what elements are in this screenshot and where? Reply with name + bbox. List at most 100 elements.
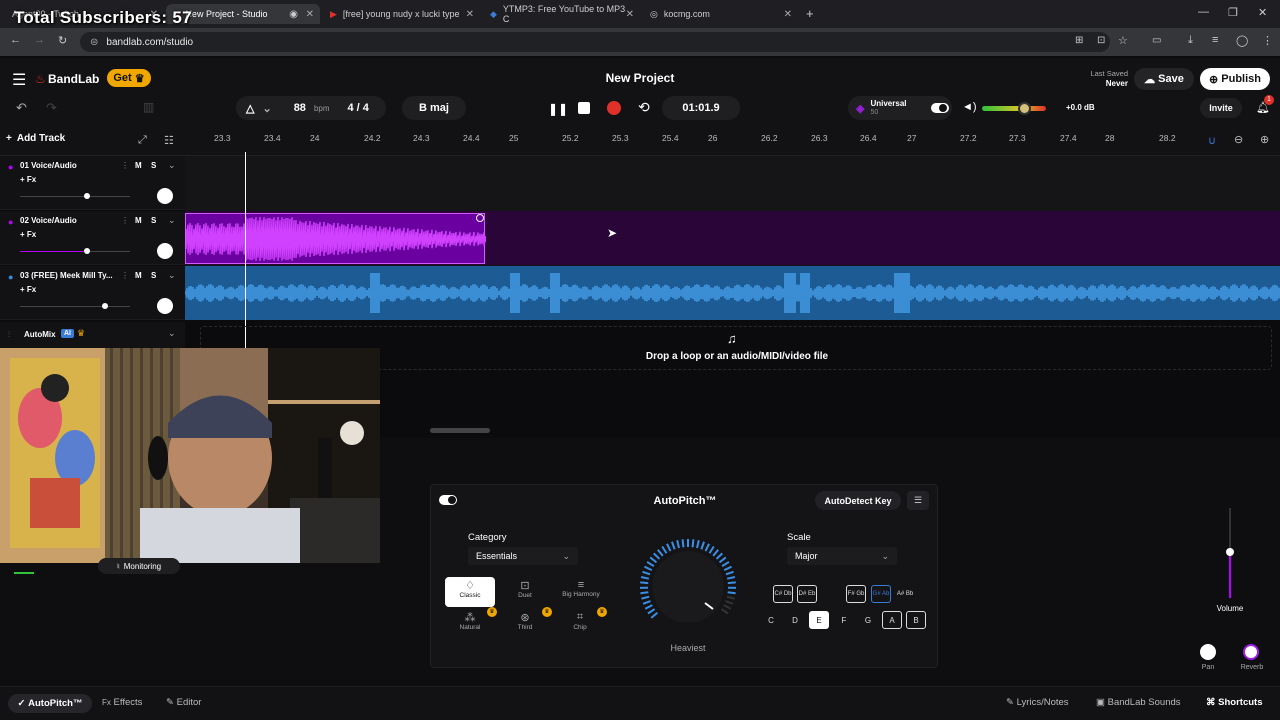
drag-handle-icon[interactable]: ⋮ <box>121 271 129 280</box>
install-icon[interactable]: ⊡ <box>1097 35 1105 46</box>
monitoring-button[interactable]: ♮ Monitoring <box>98 558 180 574</box>
new-tab-button[interactable]: + <box>806 6 814 21</box>
track-lane-3[interactable] <box>184 266 1280 320</box>
filter-icon[interactable]: ☷ <box>164 134 174 147</box>
timeline-ruler[interactable]: + Add Track ⤢ ☷ 23.3 23.4 24 24.2 24.3 24.4 25… <box>0 128 1280 156</box>
tab-kocmg[interactable]: ◎ kocmg.com ✕ <box>642 4 798 24</box>
metronome-icon[interactable]: △ <box>246 102 254 115</box>
solo-button[interactable]: S <box>151 271 156 280</box>
category-select[interactable]: Essentials ⌄ <box>468 547 578 565</box>
time-signature[interactable]: 4 / 4 <box>348 102 369 114</box>
zoom-out-icon[interactable]: ⊖ <box>1234 133 1243 146</box>
key-b[interactable]: B <box>906 611 926 629</box>
profile-icon[interactable]: ◯ <box>1236 34 1248 47</box>
scale-select[interactable]: Major ⌄ <box>787 547 897 565</box>
volume-slider[interactable] <box>20 193 130 199</box>
loop-icon[interactable]: ⟲ <box>638 99 650 116</box>
forward-icon[interactable]: → <box>34 34 45 46</box>
track-header-2[interactable]: ● 02 Voice/Audio + Fx ⋮ M S ⌄ <box>0 211 185 265</box>
publish-button[interactable]: ⊕ Publish <box>1200 68 1270 90</box>
bookmark-star-icon[interactable]: ☆ <box>1118 34 1128 47</box>
key-a-sharp[interactable]: A# Bb <box>895 585 915 603</box>
pause-icon[interactable]: ❚❚ <box>548 102 568 116</box>
record-icon[interactable] <box>607 101 621 115</box>
mode-duet[interactable]: ⊡ Duet <box>500 577 550 607</box>
redo-icon[interactable]: ↷ <box>46 100 57 116</box>
volume-fader[interactable] <box>1215 508 1245 604</box>
fx-button[interactable]: + Fx <box>20 285 36 294</box>
save-button[interactable]: ☁ Save <box>1134 68 1194 90</box>
mute-button[interactable]: M <box>135 161 142 170</box>
magnet-icon[interactable]: ∪ <box>1208 134 1216 147</box>
invite-button[interactable]: Invite <box>1200 98 1242 118</box>
url-input[interactable]: ⊜ bandlab.com/studio <box>80 32 1110 52</box>
pan-knob[interactable] <box>157 298 173 314</box>
playhead[interactable] <box>245 152 246 352</box>
key-d-sharp[interactable]: D# Eb <box>797 585 817 603</box>
key-a[interactable]: A <box>882 611 902 629</box>
pan-knob[interactable] <box>157 243 173 259</box>
wand-icon[interactable]: ⤢ <box>138 134 147 147</box>
window-close-button[interactable]: ✕ <box>1258 6 1267 19</box>
universal-toggle[interactable] <box>930 103 949 113</box>
zoom-in-icon[interactable]: ⊕ <box>1260 133 1269 146</box>
chevron-down-icon[interactable]: ⌄ <box>168 215 176 226</box>
track-name[interactable]: 02 Voice/Audio <box>20 216 77 225</box>
key-g-sharp[interactable]: G# Ab <box>871 585 891 603</box>
volume-thumb[interactable] <box>102 303 108 309</box>
fx-button[interactable]: + Fx <box>20 230 36 239</box>
solo-button[interactable]: S <box>151 161 156 170</box>
automix-row[interactable]: ⫶ AutoMix AI ♛ ⌄ <box>0 322 185 348</box>
screenshot-icon[interactable]: ⊞ <box>1075 35 1083 46</box>
master-volume-slider[interactable] <box>982 102 1046 115</box>
mute-button[interactable]: M <box>135 216 142 225</box>
reverb-knob[interactable] <box>1243 644 1259 660</box>
close-icon[interactable]: ✕ <box>626 9 634 20</box>
tab-effects[interactable]: Fx Effects <box>102 697 142 708</box>
volume-slider[interactable] <box>20 303 130 309</box>
extensions-icon[interactable]: ≡ <box>1212 34 1218 46</box>
volume-fader-thumb[interactable] <box>1226 548 1234 556</box>
track-header-3[interactable]: ● 03 (FREE) Meek Mill Ty... + Fx ⋮ M S ⌄ <box>0 266 185 320</box>
stop-icon[interactable] <box>578 102 590 114</box>
undo-icon[interactable]: ↶ <box>16 100 27 116</box>
strength-knob[interactable] <box>629 537 747 631</box>
tab-youtube[interactable]: ▶ [free] young nudy x lucki type ✕ <box>322 4 480 24</box>
volume-thumb[interactable] <box>84 193 90 199</box>
drag-handle-icon[interactable]: ⋮ <box>121 161 129 170</box>
bandlab-sounds-button[interactable]: ▣ BandLab Sounds <box>1096 697 1181 708</box>
drag-handle-icon[interactable]: ⋮ <box>121 216 129 225</box>
track-name[interactable]: 01 Voice/Audio <box>20 161 77 170</box>
volume-thumb[interactable] <box>84 248 90 254</box>
pan-knob[interactable] <box>1200 644 1216 660</box>
speaker-mute-icon[interactable]: ◄) <box>962 101 977 113</box>
key-c-sharp[interactable]: C# Db <box>773 585 793 603</box>
reload-icon[interactable]: ↻ <box>58 34 67 47</box>
download-icon[interactable]: ⤓ <box>1188 34 1193 47</box>
menu-icon[interactable]: ⋮ <box>1262 34 1273 47</box>
minimize-button[interactable]: — <box>1198 6 1209 18</box>
key-e[interactable]: E <box>809 611 829 629</box>
volume-slider[interactable] <box>20 248 130 254</box>
back-icon[interactable]: ← <box>10 34 21 46</box>
tab-autopitch[interactable]: ✓ AutoPitch™ <box>8 694 92 713</box>
sidebar-icon[interactable]: ▭ <box>1152 35 1161 46</box>
universal-control[interactable]: ◈ Universal 50 <box>848 96 952 120</box>
bpm-value[interactable]: 88 <box>294 102 306 114</box>
close-icon[interactable]: ✕ <box>466 9 474 20</box>
solo-button[interactable]: S <box>151 216 156 225</box>
add-track-button[interactable]: + Add Track <box>6 133 65 144</box>
piano-icon[interactable]: ▥ <box>143 100 154 114</box>
tab-ytmp3[interactable]: ◆ YTMP3: Free YouTube to MP3 C ✕ <box>482 4 640 24</box>
tab-editor[interactable]: ✎ Editor <box>166 697 201 708</box>
key-g[interactable]: G <box>858 611 878 629</box>
mode-big-harmony[interactable]: ≡ Big Harmony <box>553 577 609 607</box>
mute-button[interactable]: M <box>135 271 142 280</box>
chevron-down-icon[interactable]: ⌄ <box>168 270 176 281</box>
horizontal-scrollbar[interactable] <box>430 428 490 433</box>
key-selector[interactable]: B maj <box>402 96 466 120</box>
site-info-icon[interactable]: ⊜ <box>90 37 98 48</box>
maximize-button[interactable]: ❐ <box>1228 6 1238 19</box>
key-d[interactable]: D <box>785 611 805 629</box>
track-header-1[interactable]: ● 01 Voice/Audio + Fx ⋮ M S ⌄ <box>0 156 185 210</box>
